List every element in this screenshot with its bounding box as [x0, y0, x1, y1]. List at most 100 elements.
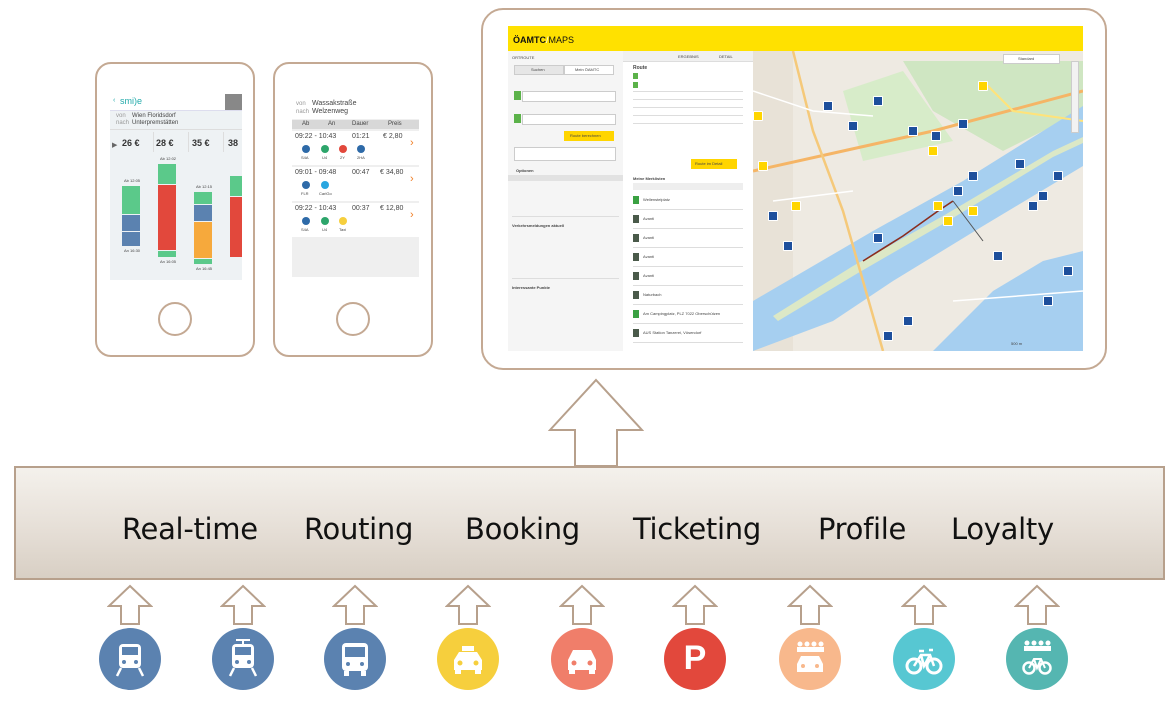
map-pin-icon[interactable] [928, 146, 938, 156]
prev-arrow-icon[interactable]: ▶ [112, 141, 117, 149]
home-button[interactable] [336, 302, 370, 336]
list-item[interactable]: Avanti [643, 273, 654, 278]
map-pin-icon[interactable] [958, 119, 968, 129]
from-value[interactable]: Wien Floridsdorf [132, 113, 176, 119]
my-oeamtc-button[interactable]: Mein ÖAMTC [564, 65, 614, 75]
mode-carpool-circle[interactable] [779, 628, 841, 690]
map-pin-icon[interactable] [908, 126, 918, 136]
map-pin-icon[interactable] [1043, 296, 1053, 306]
chevron-right-icon[interactable]: › [410, 137, 414, 149]
header-arrive[interactable]: An [328, 121, 335, 127]
depart-time-1: Ab 12:05 [124, 178, 141, 183]
tab-route[interactable]: ORTROUTE [512, 55, 534, 60]
destination-input[interactable] [522, 114, 616, 125]
search-button[interactable]: Suchen [514, 65, 564, 75]
map-view[interactable]: Standard 500 m [753, 51, 1083, 351]
segment[interactable] [122, 232, 140, 246]
map-pin-icon[interactable] [1053, 171, 1063, 181]
tab-detail[interactable]: DETAIL [719, 54, 733, 59]
map-pin-icon[interactable] [931, 131, 941, 141]
map-pin-icon[interactable] [883, 331, 893, 341]
mode-car-circle[interactable] [551, 628, 613, 690]
map-pin-icon[interactable] [783, 241, 793, 251]
map-pin-icon[interactable] [791, 201, 801, 211]
options-title[interactable]: Optionen [516, 168, 534, 173]
map-pin-icon[interactable] [1038, 191, 1048, 201]
mode-parking-circle[interactable]: P [664, 628, 726, 690]
map-pin-icon[interactable] [848, 121, 858, 131]
mode-tram-circle[interactable] [212, 628, 274, 690]
home-button[interactable] [158, 302, 192, 336]
map-mode-select[interactable]: Standard [1003, 54, 1060, 64]
map-pin-icon[interactable] [753, 111, 763, 121]
list-item[interactable]: AUS Station Tanzerei, Vösendorf [643, 330, 701, 335]
row-duration: 00:47 [352, 169, 370, 176]
price-2[interactable]: 28 € [156, 138, 174, 148]
start-input[interactable] [522, 91, 616, 102]
list-item[interactable]: Avanti [643, 254, 654, 259]
segment[interactable] [194, 192, 212, 204]
filter-icon[interactable] [225, 94, 242, 110]
mode-train-circle[interactable] [99, 628, 161, 690]
segment[interactable] [158, 164, 176, 184]
map-pin-icon[interactable] [823, 101, 833, 111]
map-pin-icon[interactable] [758, 161, 768, 171]
map-pin-icon[interactable] [873, 96, 883, 106]
map-pin-icon[interactable] [943, 216, 953, 226]
header-price[interactable]: Preis [388, 121, 402, 127]
price-3[interactable]: 35 € [192, 138, 210, 148]
list-item-icon [633, 253, 639, 261]
list-item[interactable]: Avanti [643, 216, 654, 221]
map-pin-icon[interactable] [933, 201, 943, 211]
segment[interactable] [158, 251, 176, 257]
calculate-route-button[interactable]: Route berechnen [564, 131, 614, 141]
segment[interactable] [122, 215, 140, 231]
segment[interactable] [194, 205, 212, 221]
route-detail-button[interactable]: Route im Detail [691, 159, 737, 169]
to-value[interactable]: Unterpremstätten [132, 120, 178, 126]
from-value[interactable]: Wassakstraße [312, 100, 356, 107]
feature-booking: Booking [465, 512, 580, 546]
carsharing-icon [321, 181, 329, 189]
from-label: von [296, 101, 306, 107]
map-pin-icon[interactable] [1015, 159, 1025, 169]
list-item[interactable]: Am Campingplatz, PLZ 7022 Oberschützen [643, 311, 720, 316]
map-pin-icon[interactable] [968, 171, 978, 181]
map-pin-icon[interactable] [903, 316, 913, 326]
chevron-right-icon[interactable]: › [410, 209, 414, 221]
segment[interactable] [194, 259, 212, 264]
map-pin-icon[interactable] [978, 81, 988, 91]
segment[interactable] [230, 197, 242, 257]
price-1[interactable]: 26 € [122, 138, 140, 148]
segment[interactable] [194, 222, 212, 258]
map-pin-icon[interactable] [968, 206, 978, 216]
price-4[interactable]: 38 [228, 138, 238, 148]
segment[interactable] [122, 186, 140, 214]
segment[interactable] [158, 185, 176, 250]
date-field[interactable] [514, 147, 616, 161]
segment[interactable] [230, 176, 242, 196]
map-pin-icon[interactable] [768, 211, 778, 221]
to-value[interactable]: Welzenweg [312, 108, 348, 115]
map-pin-icon[interactable] [993, 251, 1003, 261]
zoom-slider[interactable] [1071, 61, 1079, 133]
mode-bike-group-circle[interactable] [1006, 628, 1068, 690]
map-pin-icon[interactable] [873, 233, 883, 243]
list-item[interactable]: Naturbach [643, 292, 661, 297]
map-pin-icon[interactable] [953, 186, 963, 196]
map-pin-icon[interactable] [1028, 201, 1038, 211]
back-icon[interactable]: ‹ [113, 97, 115, 104]
list-item[interactable]: Wellenstelplatz [643, 197, 670, 202]
header-duration[interactable]: Dauer [352, 121, 368, 127]
mode-bike-circle[interactable] [893, 628, 955, 690]
list-item-icon [633, 272, 639, 280]
brand-logo: ÖAMTC/MAPS [513, 35, 575, 45]
header-depart[interactable]: Ab [302, 121, 309, 127]
map-pin-icon[interactable] [1063, 266, 1073, 276]
chevron-right-icon[interactable]: › [410, 173, 414, 185]
list-title: Meine Merklisten [633, 176, 666, 181]
tab-result[interactable]: ERGEBNIS [678, 54, 699, 59]
list-item[interactable]: Avanti [643, 235, 654, 240]
mode-bus-circle[interactable] [324, 628, 386, 690]
mode-taxi-circle[interactable] [437, 628, 499, 690]
